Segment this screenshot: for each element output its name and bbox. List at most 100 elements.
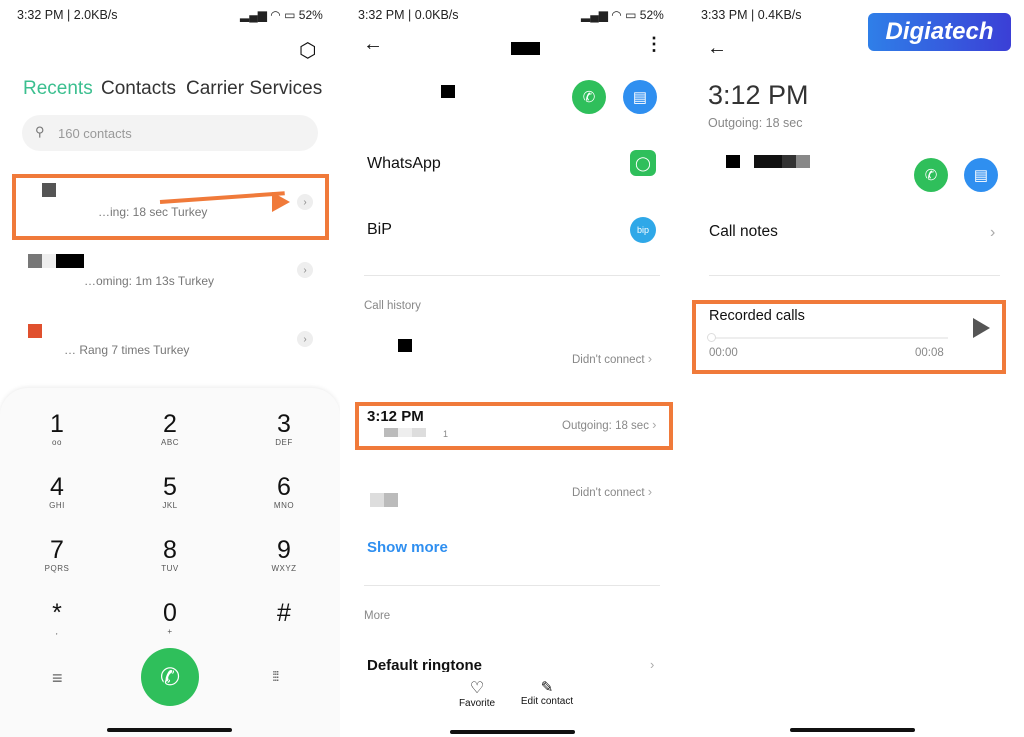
- status-icons: ▂▄▆ ◠ ▭ 52%: [240, 8, 323, 22]
- show-more-link[interactable]: Show more: [367, 539, 448, 556]
- whatsapp-icon[interactable]: ◯: [630, 150, 656, 176]
- history-sim: 1: [443, 429, 449, 439]
- dial-key-9[interactable]: 9 WXYZ: [254, 536, 314, 573]
- home-indicator: [107, 728, 232, 732]
- contact-redacted: [726, 155, 740, 168]
- chevron-right-icon[interactable]: ›: [990, 224, 995, 242]
- logo-text: Digiatech: [885, 18, 994, 45]
- tab-contacts[interactable]: Contacts: [101, 78, 176, 100]
- dial-key-2[interactable]: 2 ABC: [140, 410, 200, 447]
- chevron-right-icon: ›: [647, 351, 653, 366]
- dial-key-#[interactable]: #: [254, 599, 314, 627]
- chevron-right-icon: ›: [652, 417, 657, 432]
- call-detail-screen: 3:33 PM | 0.4KB/s ← 3:12 PM Outgoing: 18…: [690, 0, 1024, 737]
- call-notes-item[interactable]: Call notes: [709, 223, 778, 241]
- contact-detail-screen: 3:32 PM | 0.0KB/s ▂▄▆ ◠ ▭ 52% ← ⋮ ✆ ▤ Wh…: [345, 0, 680, 737]
- recent-detail: … Rang 7 times Turkey: [64, 343, 190, 357]
- contact-redacted: [28, 254, 84, 268]
- message-button[interactable]: ▤: [623, 80, 657, 114]
- dial-key-5[interactable]: 5 JKL: [140, 473, 200, 510]
- dialer-screen: 3:32 PM | 2.0KB/s ▂▄▆ ◠ ▭ 52% ⬡ Recents …: [0, 0, 340, 737]
- playback-slider[interactable]: [707, 333, 948, 342]
- playback-position: 00:00: [709, 347, 738, 359]
- key-digit: 5: [163, 473, 177, 501]
- dial-key-7[interactable]: 7 PQRS: [27, 536, 87, 573]
- key-letters: MNO: [273, 501, 295, 510]
- dial-key-3[interactable]: 3 DEF: [254, 410, 314, 447]
- tab-carrier-services[interactable]: Carrier Services: [186, 78, 322, 100]
- key-digit: 4: [50, 473, 64, 501]
- history-status[interactable]: Didn't connect ›: [572, 484, 652, 499]
- edit-icon: ✎: [540, 679, 554, 696]
- chevron-right-icon[interactable]: ›: [297, 331, 313, 347]
- key-digit: 7: [50, 536, 64, 564]
- call-history-label: Call history: [364, 300, 421, 312]
- battery-level: 52%: [298, 8, 323, 22]
- message-button[interactable]: ▤: [964, 158, 998, 192]
- slider-knob[interactable]: [707, 333, 716, 342]
- back-arrow-icon[interactable]: ←: [363, 33, 383, 56]
- dial-key-*[interactable]: *,: [27, 599, 87, 636]
- key-letters: ABC: [161, 438, 179, 447]
- history-status[interactable]: Outgoing: 18 sec ›: [562, 417, 657, 432]
- bottom-bar: ♡ Favorite ✎ Edit contact: [345, 672, 680, 737]
- search-placeholder: 160 contacts: [58, 126, 132, 141]
- history-status[interactable]: Didn't connect ›: [572, 351, 652, 366]
- dial-key-8[interactable]: 8 TUV: [140, 536, 200, 573]
- whatsapp-item[interactable]: WhatsApp: [367, 155, 441, 173]
- favorite-button[interactable]: ♡ Favorite: [455, 678, 499, 709]
- arrow-head: [272, 192, 290, 212]
- status-time: 3:33 PM | 0.4KB/s: [701, 8, 802, 22]
- dial-key-4[interactable]: 4 GHI: [27, 473, 87, 510]
- dial-key-6[interactable]: 6 MNO: [254, 473, 314, 510]
- edit-contact-button[interactable]: ✎ Edit contact: [515, 678, 579, 707]
- call-button[interactable]: ✆: [141, 648, 199, 706]
- divider: [364, 275, 660, 276]
- key-digit: 1: [50, 410, 64, 438]
- key-letters: GHI: [49, 501, 65, 510]
- digiatech-logo: Digiatech: [868, 13, 1011, 51]
- search-icon: ⚲: [35, 124, 45, 139]
- chevron-right-icon: ›: [650, 657, 655, 672]
- status-time: 3:32 PM | 0.0KB/s: [358, 8, 459, 22]
- bip-item[interactable]: BiP: [367, 221, 392, 239]
- key-digit: 3: [277, 410, 291, 438]
- key-letters: JKL: [162, 501, 178, 510]
- history-time: 3:12 PM: [367, 408, 424, 425]
- back-arrow-icon[interactable]: ←: [707, 37, 727, 60]
- call-button[interactable]: ✆: [914, 158, 948, 192]
- contact-redacted: [42, 183, 56, 197]
- search-input[interactable]: ⚲ 160 contacts: [22, 115, 318, 151]
- call-button[interactable]: ✆: [572, 80, 606, 114]
- divider: [364, 585, 660, 586]
- status-icons: ▂▄▆ ◠ ▭ 52%: [581, 8, 664, 22]
- key-digit: 9: [277, 536, 291, 564]
- battery-level: 52%: [639, 8, 664, 22]
- key-digit: 2: [163, 410, 177, 438]
- recent-detail: …ing: 18 sec Turkey: [98, 205, 208, 219]
- history-status-text: Didn't connect: [572, 354, 645, 366]
- play-icon[interactable]: [973, 318, 990, 338]
- tab-recents[interactable]: Recents: [23, 78, 93, 100]
- contact-redacted: [441, 85, 455, 98]
- key-digit: #: [277, 599, 291, 627]
- more-options-icon[interactable]: ⋮: [645, 34, 663, 55]
- keypad-icon[interactable]: ⁞⁞⁞: [272, 668, 280, 684]
- recorded-calls-label: Recorded calls: [709, 308, 805, 324]
- dialpad: 1 ᴏᴏ 2 ABC 3 DEF 4 GHI 5 JKL 6 MNO 7 PQRS 8 TUV 9 WXYZ *, 0…: [0, 388, 340, 737]
- playback-duration: 00:08: [915, 347, 944, 359]
- menu-icon[interactable]: ≡: [52, 668, 63, 689]
- dial-key-0[interactable]: 0 +: [140, 599, 200, 636]
- home-indicator: [450, 730, 575, 734]
- key-letters: +: [167, 627, 173, 636]
- chevron-right-icon[interactable]: ›: [297, 262, 313, 278]
- dial-key-1[interactable]: 1 ᴏᴏ: [27, 410, 87, 447]
- settings-icon[interactable]: ⬡: [299, 38, 316, 63]
- key-letters: DEF: [275, 438, 293, 447]
- call-time: 3:12 PM: [708, 80, 809, 110]
- recent-detail: …oming: 1m 13s Turkey: [84, 274, 215, 288]
- chevron-right-icon: ›: [647, 484, 653, 499]
- bip-icon[interactable]: bip: [630, 217, 656, 243]
- history-status-text: Outgoing: 18 sec: [562, 420, 649, 432]
- chevron-right-icon[interactable]: ›: [297, 194, 313, 210]
